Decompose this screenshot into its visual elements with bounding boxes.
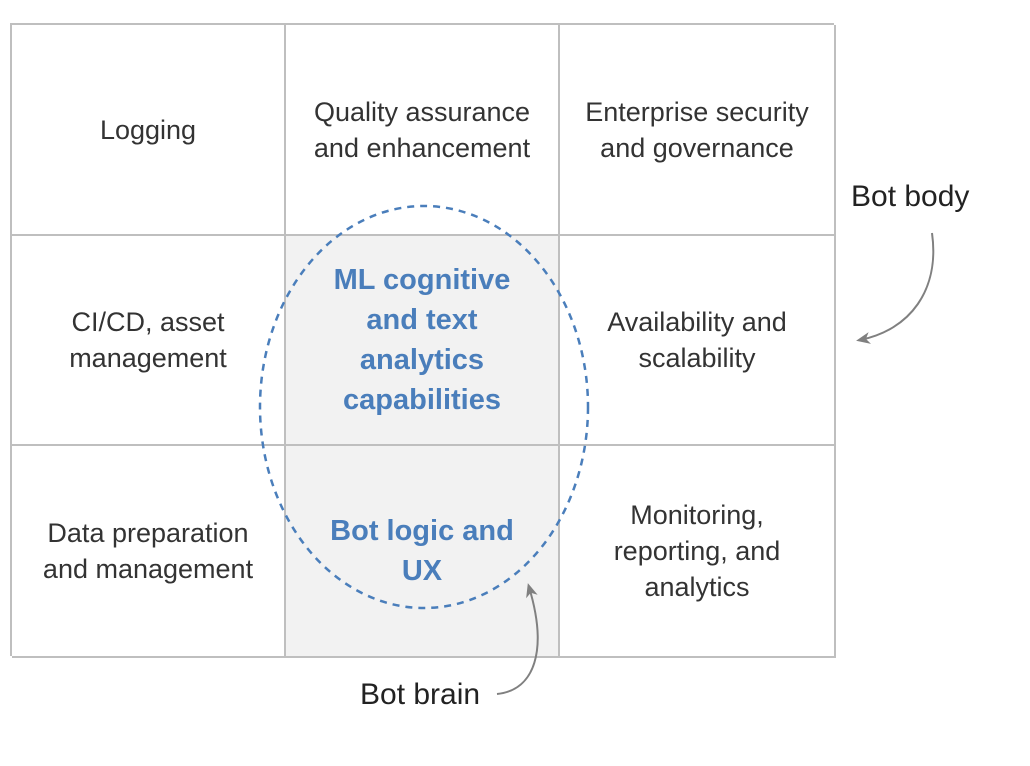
cell-quality-assurance: Quality assurance and enhancement [286, 25, 560, 236]
cell-enterprise-security: Enterprise security and governance [560, 25, 836, 236]
bot-brain-label: Bot brain [360, 678, 481, 711]
cell-ml-cognitive: ML cognitive and text analytics capabili… [286, 236, 560, 446]
cell-data-preparation: Data preparation and management [12, 446, 286, 658]
cell-availability-scalability: Availability and scalability [560, 236, 836, 446]
bot-body-arrow [856, 232, 935, 344]
cell-cicd-asset-management: CI/CD, asset management [12, 236, 286, 446]
cell-logging: Logging [12, 25, 286, 236]
cell-bot-logic-ux: Bot logic and UX [286, 446, 560, 658]
capability-grid: Logging Quality assurance and enhancemen… [10, 23, 836, 658]
bot-body-label: Bot body [851, 180, 970, 213]
cell-monitoring-reporting: Monitoring, reporting, and analytics [560, 446, 836, 658]
